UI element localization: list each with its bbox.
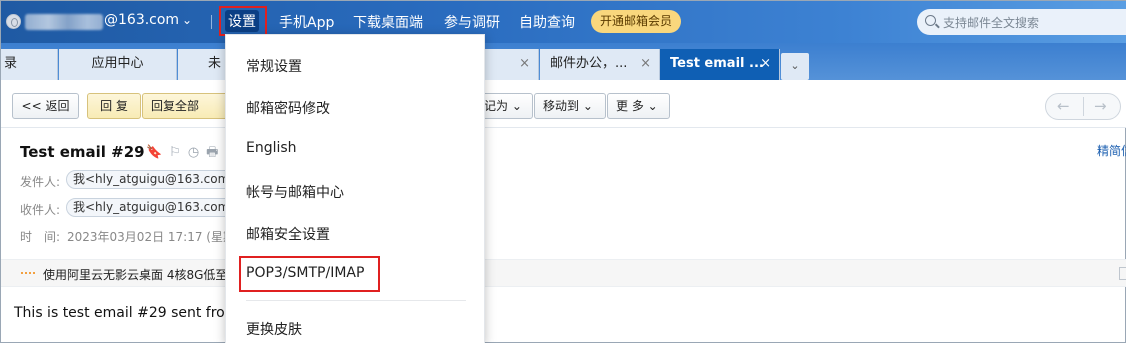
search-box[interactable]: 支持邮件全文搜索 [917, 9, 1126, 35]
prev-next-group: ← → [1045, 93, 1121, 120]
ad-banner[interactable]: 使用阿里云无影云桌面 4核8G低至 [1, 259, 1126, 287]
nav-self-service[interactable]: 自助查询 [519, 12, 575, 32]
time-label: 时 间: [20, 230, 61, 244]
divider [211, 15, 212, 29]
mail-body: This is test email #29 sent from [14, 305, 239, 321]
ad-icon [21, 272, 35, 276]
close-icon[interactable]: × [640, 49, 651, 78]
to-address-chip[interactable]: 我<hly_atguigu@163.com> [66, 198, 247, 217]
back-button[interactable]: << 返回 [12, 93, 79, 119]
move-to-button[interactable]: 移动到 ⌄ [534, 93, 606, 119]
nav-survey[interactable]: 参与调研 [444, 12, 500, 32]
arrow-left-icon[interactable]: ← [1057, 97, 1070, 115]
search-placeholder: 支持邮件全文搜索 [943, 16, 1040, 30]
top-bar: @163.com ⌄ 设置 手机App 下载桌面端 参与调研 自助查询 开通邮箱… [1, 1, 1126, 43]
nav-mobile-app[interactable]: 手机App [279, 12, 334, 32]
nav-download-desktop[interactable]: 下载桌面端 [353, 12, 423, 32]
menu-item-change-skin[interactable]: 更换皮肤 [246, 319, 302, 339]
tab-test-email[interactable]: Test email ... × [660, 49, 780, 80]
highlight-box-settings [219, 6, 267, 36]
close-icon[interactable]: × [519, 49, 530, 78]
search-icon [925, 15, 936, 26]
tab-more-chevron-icon[interactable]: ⌄ [781, 53, 809, 80]
from-address-chip[interactable]: 我<hly_atguigu@163.com> [66, 170, 247, 189]
more-button[interactable]: 更 多 ⌄ [607, 93, 670, 119]
tab-mail-partial[interactable]: × [485, 49, 539, 80]
time-value: 2023年03月02日 17:17 (星期 [67, 230, 235, 244]
tab-mail-office[interactable]: 邮件办公，... × [540, 49, 660, 80]
menu-item-account-center[interactable]: 帐号与邮箱中心 [246, 182, 344, 202]
reply-all-button[interactable]: 回复全部 [142, 93, 228, 119]
account-domain[interactable]: @163.com [104, 12, 179, 28]
mail-toolbar: << 返回 回 复 回复全部 记为 ⌄ 移动到 ⌄ 更 多 ⌄ ← → [1, 80, 1126, 128]
menu-item-change-password[interactable]: 邮箱密码修改 [246, 98, 330, 118]
simplified-view-link[interactable]: 精简信 [1097, 142, 1126, 159]
menu-divider [246, 300, 466, 301]
ad-text[interactable]: 使用阿里云无影云桌面 4核8G低至 [43, 266, 227, 283]
tab-app-center[interactable]: 应用中心 [59, 49, 177, 80]
settings-dropdown-menu: 常规设置 邮箱密码修改 English 帐号与邮箱中心 邮箱安全设置 POP3/… [225, 34, 485, 343]
menu-item-general-settings[interactable]: 常规设置 [246, 56, 302, 76]
highlight-box-pop3 [239, 256, 380, 292]
subject-action-icons[interactable]: 🔖⚐◷🖶 [146, 143, 225, 165]
reply-button[interactable]: 回 复 [87, 93, 141, 119]
to-label: 收件人: [20, 203, 61, 217]
tab-contacts[interactable]: 录 [1, 49, 58, 80]
close-icon[interactable]: × [760, 49, 771, 78]
menu-item-english[interactable]: English [246, 140, 297, 156]
account-name-redacted [25, 14, 103, 30]
menu-item-security-settings[interactable]: 邮箱安全设置 [246, 224, 330, 244]
from-label: 发件人: [20, 175, 61, 189]
ad-close-icon[interactable] [1119, 267, 1126, 280]
tab-bar: 录 应用中心 未 × 邮件办公，... × Test email ... × ⌄ [1, 43, 1126, 80]
chevron-down-icon[interactable]: ⌄ [182, 13, 192, 27]
vip-button[interactable]: 开通邮箱会员 [591, 10, 681, 33]
account-avatar-icon[interactable] [6, 14, 21, 29]
mail-subject: Test email #29 [20, 143, 145, 161]
arrow-right-icon[interactable]: → [1094, 97, 1107, 115]
